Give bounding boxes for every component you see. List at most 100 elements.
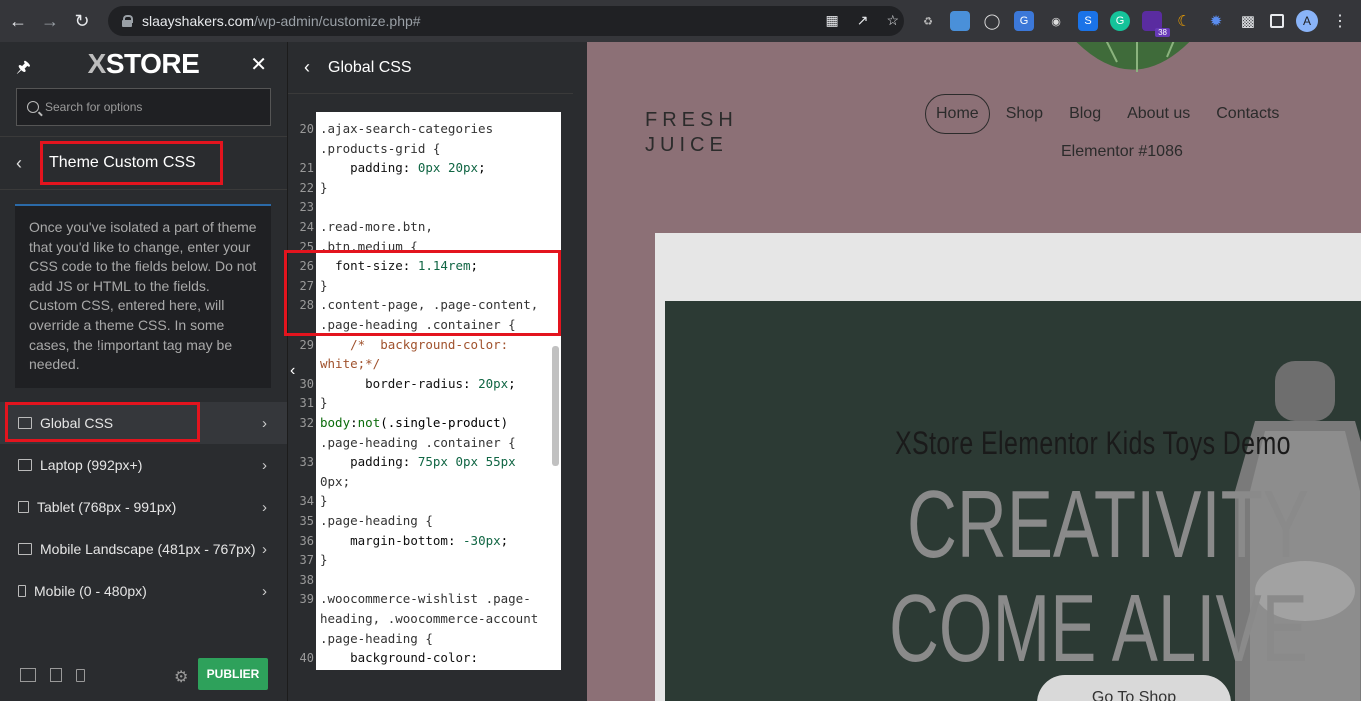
side-panel-icon[interactable]: [1270, 14, 1284, 28]
menu-item-mobile[interactable]: Mobile (0 - 480px) ›: [0, 570, 287, 612]
nav-home[interactable]: Home: [925, 94, 990, 134]
menu-item-laptop[interactable]: Laptop (992px+) ›: [0, 444, 287, 486]
code-line[interactable]: .ajax-search-categories: [320, 121, 493, 136]
share-icon[interactable]: ↗: [857, 12, 869, 29]
translate-icon[interactable]: ▦: [825, 12, 838, 29]
extension-moon-icon[interactable]: ☾: [1174, 11, 1194, 31]
extensions-puzzle-icon[interactable]: ▩: [1238, 11, 1258, 31]
hero-title-line1: CREATIVITY: [907, 471, 1309, 578]
line-number: 22: [299, 180, 314, 195]
collapse-chevron-icon[interactable]: ‹: [290, 362, 295, 380]
code-line[interactable]: body:not(.single-product): [320, 415, 508, 430]
extension-recycle-icon[interactable]: ♻: [918, 11, 938, 31]
search-input[interactable]: [45, 100, 265, 114]
nav-elementor-link[interactable]: Elementor #1086: [1061, 143, 1183, 161]
publish-button[interactable]: PUBLIER: [198, 658, 268, 690]
extension-doc-icon[interactable]: [950, 11, 970, 31]
menu-item-mobile-landscape[interactable]: Mobile Landscape (481px - 767px) ›: [0, 528, 287, 570]
address-bar[interactable]: slaayshakers.com/wp-admin/customize.php#: [108, 6, 904, 36]
code-line[interactable]: .woocommerce-wishlist .page-: [320, 591, 531, 606]
css-breakpoint-menu: Global CSS › Laptop (992px+) › Tablet (7…: [0, 402, 287, 612]
nav-blog[interactable]: Blog: [1059, 95, 1111, 133]
highlight-box: [5, 402, 200, 442]
line-number: 36: [299, 533, 314, 548]
nav-shop[interactable]: Shop: [996, 95, 1053, 133]
line-number: 39: [299, 592, 314, 607]
menu-item-tablet[interactable]: Tablet (768px - 991px) ›: [0, 486, 287, 528]
code-line[interactable]: heading, .woocommerce-account: [320, 611, 538, 626]
gear-icon[interactable]: ⚙: [174, 667, 190, 686]
section-header: ‹ Theme Custom CSS: [0, 136, 287, 190]
code-line[interactable]: white;*/: [320, 356, 380, 371]
pin-icon[interactable]: 🖈: [16, 56, 34, 76]
back-chevron-icon[interactable]: ‹: [304, 57, 310, 78]
bookmark-star-icon[interactable]: ☆: [886, 12, 899, 29]
extension-translate-icon[interactable]: G: [1014, 11, 1034, 31]
site-preview[interactable]: FRESH JUICE Home Shop Blog About us Cont…: [573, 42, 1361, 701]
back-chevron-icon[interactable]: ‹: [16, 153, 30, 174]
hero-subtitle: XStore Elementor Kids Toys Demo: [895, 425, 1291, 461]
css-editor-panel: ‹ Global CSS 20 .ajax-search-categories .p…: [287, 42, 573, 701]
extension-s-icon[interactable]: S: [1078, 11, 1098, 31]
code-line[interactable]: .page-heading {: [320, 513, 433, 528]
menu-item-global-css[interactable]: Global CSS ›: [0, 402, 287, 444]
chevron-right-icon: ›: [262, 498, 267, 516]
go-to-shop-button[interactable]: Go To Shop: [1037, 675, 1231, 701]
mobile-preview-icon[interactable]: [76, 668, 85, 682]
code-line[interactable]: border-radius: 20px;: [320, 376, 516, 391]
editor-scrollbar[interactable]: [552, 346, 559, 466]
code-line[interactable]: .page-heading {: [320, 631, 433, 646]
line-number: 32: [299, 416, 314, 430]
line-number: 29: [299, 337, 314, 352]
back-arrow-icon[interactable]: ←: [4, 7, 32, 35]
code-line[interactable]: padding: 0px 20px;: [320, 160, 486, 175]
extension-camera-icon[interactable]: ◉: [1046, 11, 1066, 31]
code-line[interactable]: background-color:: [320, 650, 478, 665]
menu-item-label: Mobile (0 - 480px): [34, 583, 147, 599]
kebab-menu-icon[interactable]: ⋮: [1330, 11, 1350, 31]
url-path: /wp-admin/customize.php#: [254, 13, 421, 29]
code-line[interactable]: .read-more.btn,: [320, 219, 433, 234]
nav-contacts[interactable]: Contacts: [1206, 95, 1289, 133]
close-icon[interactable]: ✕: [250, 52, 267, 77]
line-number: 35: [299, 514, 314, 528]
laptop-icon: [18, 459, 32, 471]
code-line[interactable]: margin-bottom: -30px;: [320, 533, 508, 548]
code-editor[interactable]: 20 .ajax-search-categories .products-grid …: [288, 112, 561, 670]
section-title: Theme Custom CSS: [40, 141, 223, 185]
extension-hat-icon[interactable]: 38: [1142, 11, 1170, 37]
customizer-sidebar: 🖈 XSTORE ✕ ‹ Theme Custom CSS Once you'v…: [0, 42, 287, 701]
mobile-icon: [18, 585, 26, 597]
xstore-logo: XSTORE: [87, 48, 200, 79]
extension-globe-icon[interactable]: ◯: [982, 11, 1002, 31]
tablet-preview-icon[interactable]: [50, 668, 62, 682]
code-line[interactable]: }: [320, 493, 328, 508]
code-line[interactable]: }: [320, 180, 328, 195]
extension-swirl-icon[interactable]: ✹: [1206, 11, 1226, 31]
code-line[interactable]: .page-heading .container {: [320, 435, 516, 450]
hero-title-line2: COME ALIVE: [889, 575, 1308, 682]
sidebar-header: 🖈 XSTORE ✕: [0, 42, 287, 86]
nav-about[interactable]: About us: [1117, 95, 1200, 133]
code-line[interactable]: }: [320, 552, 328, 567]
extension-grammarly-icon[interactable]: G: [1110, 11, 1130, 31]
code-line[interactable]: 0px;: [320, 474, 350, 489]
search-icon: [27, 101, 39, 113]
site-logo[interactable]: FRESH JUICE: [645, 108, 738, 158]
forward-arrow-icon[interactable]: →: [36, 7, 64, 35]
editor-header: ‹ Global CSS: [288, 42, 573, 94]
desktop-preview-icon[interactable]: [20, 668, 36, 682]
url-domain: slaayshakers.com: [142, 13, 255, 29]
search-box[interactable]: [16, 88, 271, 126]
line-number: 34: [299, 494, 314, 509]
reload-icon[interactable]: ↻: [68, 7, 96, 35]
code-line[interactable]: .products-grid {: [320, 141, 440, 156]
code-line[interactable]: padding: 75px 0px 55px: [320, 454, 516, 469]
profile-avatar[interactable]: A: [1296, 10, 1318, 32]
line-number: 37: [299, 553, 314, 568]
code-line[interactable]: }: [320, 395, 328, 410]
line-number: 33: [299, 455, 314, 470]
code-area[interactable]: [316, 112, 561, 670]
tablet-icon: [18, 501, 29, 513]
code-line[interactable]: /* background-color:: [320, 337, 508, 352]
